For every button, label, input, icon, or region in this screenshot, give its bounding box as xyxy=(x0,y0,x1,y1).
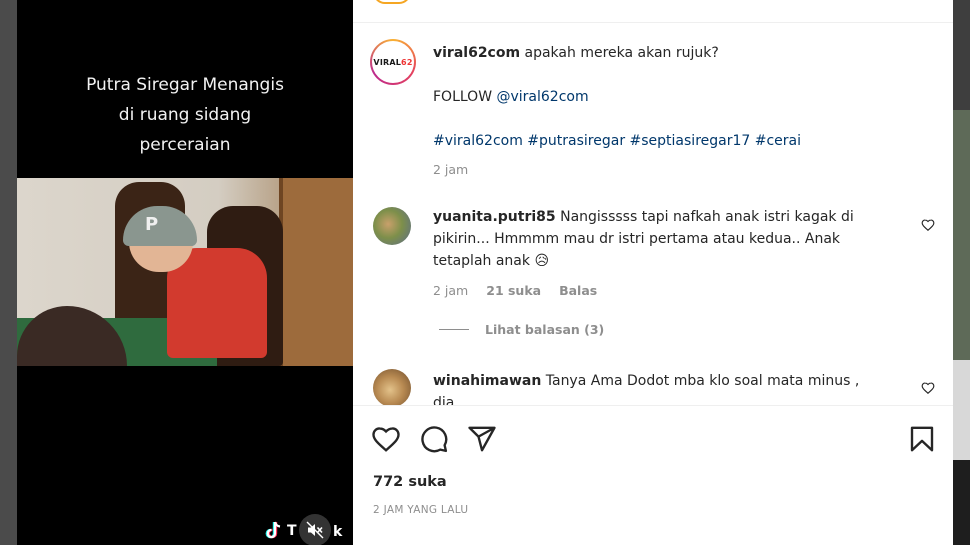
backdrop-peek xyxy=(953,360,970,460)
frame-door xyxy=(279,178,353,366)
video-caption-line: di ruang sidang xyxy=(118,105,252,125)
video-caption-line: Putra Siregar Menangis xyxy=(86,75,284,95)
mention-link[interactable]: @viral62com xyxy=(497,89,589,105)
avatar[interactable] xyxy=(373,369,411,405)
video-frame: P xyxy=(17,178,353,366)
hashtags[interactable]: #viral62com #putrasiregar #septiasiregar… xyxy=(433,130,863,152)
avatar[interactable]: VIRAL62 xyxy=(370,39,416,85)
post-time: 2 jam xyxy=(433,162,469,177)
tiktok-icon xyxy=(265,521,281,539)
comments-list[interactable]: VIRAL62 viral62com apakah mereka akan ru… xyxy=(353,24,953,405)
replies-line xyxy=(439,329,469,330)
heart-icon[interactable] xyxy=(921,381,935,395)
caption-text: apakah mereka akan rujuk? xyxy=(524,45,719,61)
comment-text: yuanita.putri85 Nangisssss tapi nafkah a… xyxy=(433,206,863,272)
backdrop-right xyxy=(953,0,970,545)
bookmark-icon[interactable] xyxy=(907,424,937,454)
comment-text: winahimawan Tanya Ama Dodot mba klo soal… xyxy=(433,370,863,405)
avatar[interactable] xyxy=(373,207,411,245)
view-replies[interactable]: Lihat balasan (3) xyxy=(439,322,604,337)
comment-likes[interactable]: 21 suka xyxy=(486,283,541,298)
post-meta: 2 jam xyxy=(433,162,468,177)
logo-text: VIRAL xyxy=(373,57,402,67)
comment-time: 2 jam xyxy=(433,283,469,298)
like-count[interactable]: 772 suka xyxy=(373,474,447,490)
logo-number: 62 xyxy=(401,57,413,67)
post-header xyxy=(353,0,953,23)
reply-button[interactable]: Balas xyxy=(559,283,597,298)
heart-icon[interactable] xyxy=(921,218,935,232)
comment-username[interactable]: winahimawan xyxy=(433,373,541,389)
backdrop-peek xyxy=(953,460,970,545)
avatar-inner: VIRAL62 xyxy=(372,41,414,83)
post-timestamp: 2 JAM YANG LALU xyxy=(373,504,469,516)
tiktok-watermark: T xyxy=(265,520,297,542)
backdrop-left xyxy=(0,0,17,545)
post-actions: 772 suka 2 JAM YANG LALU xyxy=(353,405,953,545)
comment-username[interactable]: yuanita.putri85 xyxy=(433,209,556,225)
post-video[interactable]: Putra Siregar Menangis di ruang sidang p… xyxy=(17,0,353,545)
post-info-panel: VIRAL62 viral62com apakah mereka akan ru… xyxy=(353,0,953,545)
comment-icon[interactable] xyxy=(419,424,449,454)
frame-cap-letter: P xyxy=(145,214,159,235)
heart-icon[interactable] xyxy=(371,424,401,454)
viral62-logo: VIRAL62 xyxy=(373,58,412,67)
mute-icon xyxy=(306,521,324,539)
tiktok-text-tail: k xyxy=(333,524,343,540)
video-caption: Putra Siregar Menangis di ruang sidang p… xyxy=(17,70,353,160)
tiktok-text: T xyxy=(287,523,297,539)
follow-text: FOLLOW xyxy=(433,89,497,105)
comment-meta: 2 jam 21 suka Balas xyxy=(433,283,597,298)
mute-button[interactable] xyxy=(299,514,331,545)
view-replies-label[interactable]: Lihat balasan (3) xyxy=(485,322,604,337)
post-caption: viral62com apakah mereka akan rujuk? FOL… xyxy=(433,42,863,152)
share-icon[interactable] xyxy=(467,424,497,454)
video-caption-line: perceraian xyxy=(139,135,231,155)
post-username[interactable]: viral62com xyxy=(433,45,520,61)
header-avatar[interactable] xyxy=(373,0,411,4)
